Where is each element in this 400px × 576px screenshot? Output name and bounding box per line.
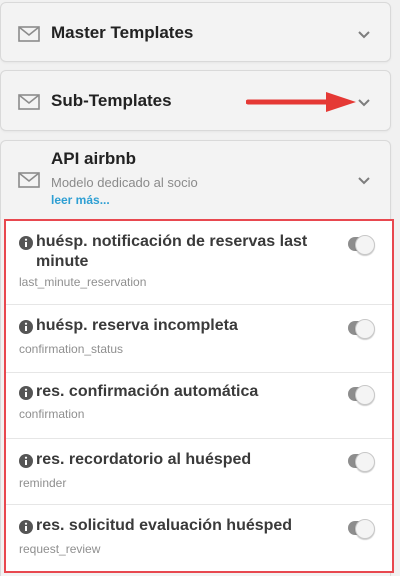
template-key: confirmation_status [19, 342, 124, 356]
master-templates-header[interactable]: Master Templates [1, 3, 390, 63]
api-airbnb-title: API airbnb [51, 149, 137, 168]
template-settings-page: Master Templates Sub-Templates API airbn… [0, 0, 400, 576]
read-more-link[interactable]: leer más... [51, 193, 110, 207]
api-airbnb-header[interactable]: API airbnb Modelo dedicado al socio leer… [1, 141, 390, 207]
template-key: reminder [19, 476, 67, 490]
template-title: res. confirmación automática [36, 383, 259, 400]
chevron-down-icon[interactable] [358, 99, 370, 107]
master-templates-title: Master Templates [51, 23, 194, 42]
chevron-down-icon[interactable] [358, 177, 370, 185]
info-icon[interactable] [19, 520, 33, 534]
template-row: huésp. notificación de reservas last min… [6, 221, 392, 305]
template-row: res. confirmación automática confirmatio… [6, 373, 392, 439]
template-toggle[interactable] [348, 319, 375, 339]
master-templates-section[interactable]: Master Templates [0, 2, 391, 62]
template-toggle[interactable] [348, 235, 375, 255]
chevron-down-icon[interactable] [358, 31, 370, 39]
template-key: confirmation [19, 407, 85, 421]
template-key: request_review [19, 542, 101, 556]
template-title: res. recordatorio al huésped [36, 451, 252, 468]
mail-icon [18, 172, 40, 188]
template-list: huésp. notificación de reservas last min… [4, 219, 394, 573]
api-airbnb-description: Modelo dedicado al socio [51, 175, 198, 190]
template-title: huésp. notificación de reservas last min… [36, 233, 308, 270]
template-toggle[interactable] [348, 385, 375, 405]
info-icon[interactable] [19, 454, 33, 468]
template-row: res. recordatorio al huésped reminder [6, 439, 392, 505]
template-toggle[interactable] [348, 519, 375, 539]
info-icon[interactable] [19, 386, 33, 400]
annotation-arrow-icon [246, 92, 356, 112]
info-icon[interactable] [19, 236, 33, 250]
template-row: huésp. reserva incompleta confirmation_s… [6, 305, 392, 373]
template-title: huésp. reserva incompleta [36, 317, 238, 334]
template-key: last_minute_reservation [19, 275, 147, 289]
mail-icon [18, 26, 40, 42]
template-title: res. solicitud evaluación huésped [36, 517, 293, 534]
sub-templates-title: Sub-Templates [51, 91, 172, 110]
info-icon[interactable] [19, 320, 33, 334]
template-row: res. solicitud evaluación huésped reques… [6, 505, 392, 571]
template-toggle[interactable] [348, 452, 375, 472]
mail-icon [18, 94, 40, 110]
